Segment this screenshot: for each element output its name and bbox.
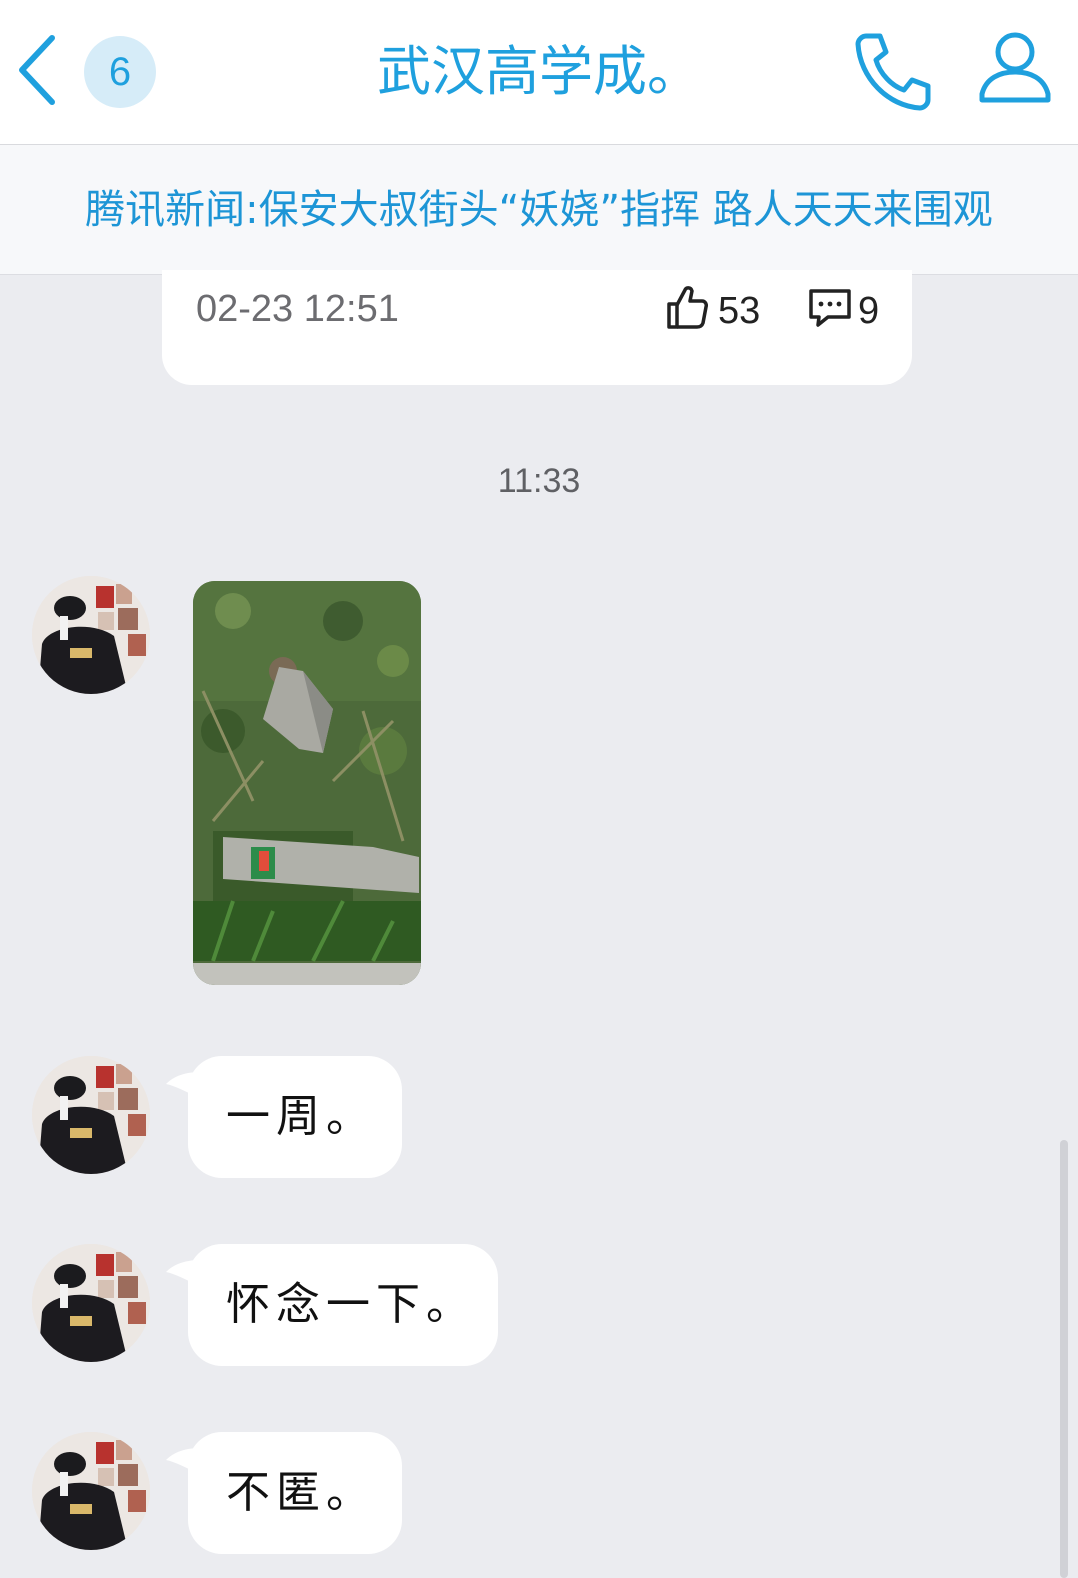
message-text: 不匿。 — [226, 1467, 376, 1518]
sender-avatar[interactable] — [32, 576, 150, 694]
message-text: 怀念一下。 — [226, 1279, 476, 1330]
scrollbar[interactable] — [1060, 1140, 1068, 1578]
message-bubble[interactable]: 一周。 — [166, 1056, 402, 1178]
avatar-image — [32, 1432, 150, 1550]
bubble-tail — [166, 1072, 200, 1098]
chat-header: 6 武汉高学成。 — [0, 0, 1078, 145]
sender-avatar[interactable] — [32, 1244, 150, 1362]
sender-avatar[interactable] — [32, 1432, 150, 1550]
news-headline-banner[interactable]: 腾讯新闻:保安大叔街头“妖娆”指挥 路人天天来围观 — [0, 145, 1078, 275]
sender-avatar[interactable] — [32, 1056, 150, 1174]
comment-count: 9 — [858, 290, 880, 332]
phone-icon — [855, 33, 931, 111]
time-separator: 11:33 — [497, 462, 581, 500]
avatar-image — [32, 576, 150, 694]
avatar-image — [32, 1244, 150, 1362]
chat-title: 武汉高学成。 — [377, 40, 701, 103]
message-bubble[interactable]: 不匿。 — [166, 1432, 402, 1554]
photo-broken-stone — [193, 581, 421, 985]
news-timestamp: 02-23 12:51 — [196, 288, 399, 330]
bubble-tail — [166, 1448, 200, 1474]
call-button[interactable] — [852, 30, 934, 112]
back-button[interactable] — [14, 32, 64, 108]
avatar-image — [32, 1056, 150, 1174]
news-card[interactable]: 02-23 12:51 53 9 — [162, 270, 912, 385]
unread-count-badge[interactable]: 6 — [84, 36, 156, 108]
like-count: 53 — [718, 290, 761, 332]
person-icon — [979, 32, 1051, 103]
message-bubble[interactable]: 怀念一下。 — [166, 1244, 498, 1366]
back-chevron-icon — [19, 35, 55, 105]
bubble-tail — [166, 1260, 200, 1286]
profile-button[interactable] — [976, 28, 1054, 108]
message-text: 一周。 — [226, 1091, 376, 1142]
thumbs-up-icon — [667, 286, 708, 329]
comment-bubble-icon — [809, 289, 851, 327]
image-message[interactable] — [193, 581, 421, 985]
